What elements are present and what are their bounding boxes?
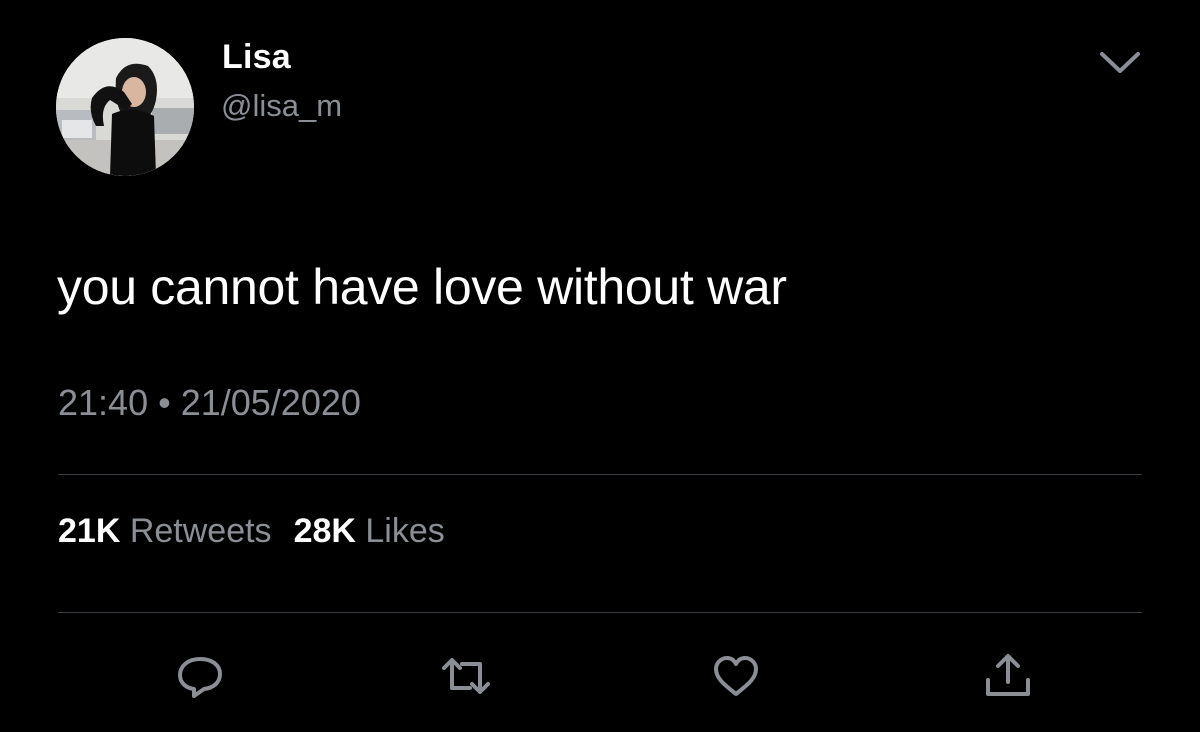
- reply-icon: [178, 657, 222, 698]
- tweet-detail: Lisa @lisa_m you cannot have love withou…: [0, 0, 1200, 732]
- retweets-stat[interactable]: 21K Retweets: [58, 512, 272, 550]
- retweets-count: 21K: [58, 512, 121, 550]
- retweets-label: Retweets: [129, 512, 272, 550]
- avatar[interactable]: [56, 38, 194, 176]
- like-button[interactable]: [708, 652, 764, 700]
- tweet-text: you cannot have love without war: [57, 259, 787, 315]
- tweet-date: 21/05/2020: [180, 382, 361, 423]
- timestamp-separator: •: [158, 382, 171, 423]
- retweet-icon: [442, 658, 490, 694]
- heart-icon: [714, 656, 758, 696]
- likes-stat[interactable]: 28K Likes: [294, 512, 445, 550]
- tweet-stats: 21K Retweets 28K Likes: [58, 512, 467, 551]
- retweet-button[interactable]: [438, 652, 494, 700]
- tweet-time: 21:40: [58, 382, 149, 423]
- share-icon: [986, 654, 1030, 696]
- reply-button[interactable]: [172, 652, 228, 700]
- likes-count: 28K: [293, 512, 356, 550]
- divider: [58, 612, 1142, 613]
- share-button[interactable]: [980, 652, 1036, 700]
- tweet-timestamp: 21:40 • 21/05/2020: [58, 382, 361, 424]
- chevron-down-icon[interactable]: [1094, 44, 1146, 80]
- user-handle[interactable]: @lisa_m: [221, 88, 342, 124]
- avatar-photo: [56, 38, 194, 176]
- divider: [58, 474, 1142, 475]
- likes-label: Likes: [365, 512, 445, 550]
- display-name[interactable]: Lisa: [222, 38, 291, 77]
